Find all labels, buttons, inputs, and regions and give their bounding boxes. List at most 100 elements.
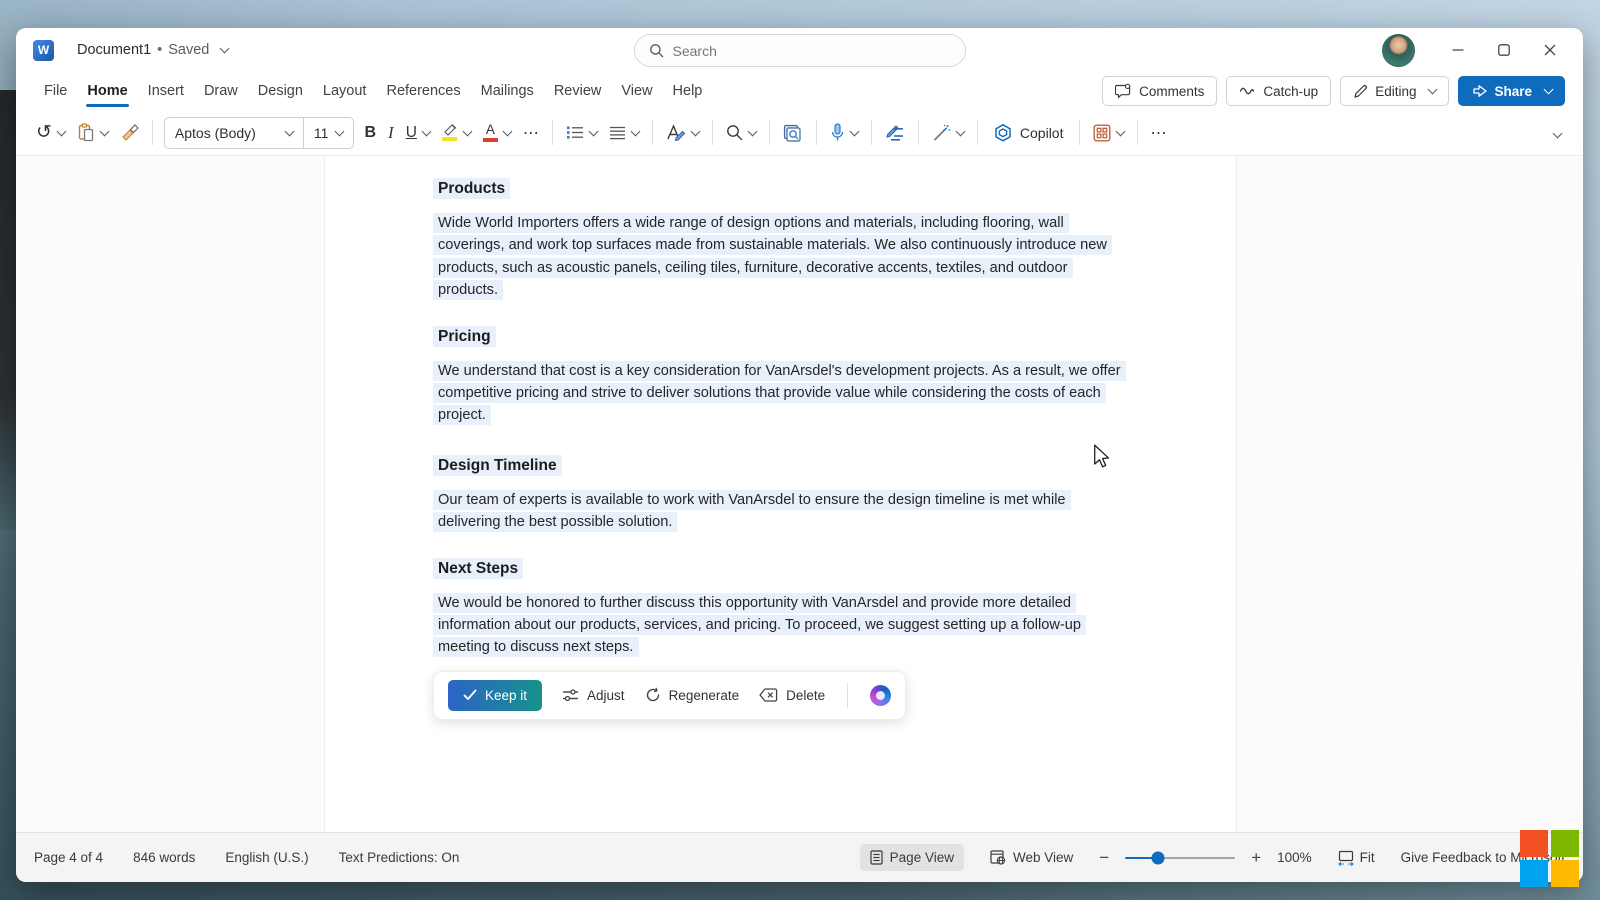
font-color-button[interactable]: A xyxy=(477,117,517,149)
document-page[interactable]: Products Wide World Importers offers a w… xyxy=(324,156,1237,832)
page-preview-button[interactable] xyxy=(777,117,809,149)
close-button[interactable] xyxy=(1527,30,1573,70)
editing-label: Editing xyxy=(1375,84,1416,99)
chevron-down-icon xyxy=(284,126,294,136)
page-view-label: Page View xyxy=(890,850,954,865)
microsoft-logo xyxy=(1520,830,1582,888)
collapse-ribbon-button[interactable] xyxy=(1548,124,1569,142)
zoom-out-button[interactable]: − xyxy=(1099,848,1109,868)
tab-help[interactable]: Help xyxy=(663,76,713,106)
highlighter-icon xyxy=(442,124,458,141)
tab-layout[interactable]: Layout xyxy=(313,76,377,106)
word-count[interactable]: 846 words xyxy=(133,850,195,865)
wave-icon xyxy=(1239,85,1256,97)
adjust-button[interactable]: Adjust xyxy=(562,688,625,703)
editing-mode-button[interactable]: Editing xyxy=(1340,76,1449,106)
editor-button[interactable] xyxy=(879,117,911,149)
close-icon xyxy=(1544,44,1556,56)
page-view-button[interactable]: Page View xyxy=(860,844,964,871)
zoom-slider[interactable] xyxy=(1125,857,1235,859)
chevron-down-icon xyxy=(747,126,757,136)
status-bar: Page 4 of 4 846 words English (U.S.) Tex… xyxy=(16,832,1583,882)
maximize-button[interactable] xyxy=(1481,30,1527,70)
tab-review[interactable]: Review xyxy=(544,76,612,106)
dictate-button[interactable] xyxy=(824,117,864,149)
keep-it-button[interactable]: Keep it xyxy=(448,680,542,711)
font-group: Aptos (Body) 11 xyxy=(164,117,355,149)
italic-icon: I xyxy=(388,123,394,143)
copilot-action-bar: Keep it Adjust xyxy=(433,671,906,720)
tab-references[interactable]: References xyxy=(376,76,470,106)
adjust-label: Adjust xyxy=(587,688,625,703)
zoom-slider-thumb[interactable] xyxy=(1152,851,1165,864)
tab-draw[interactable]: Draw xyxy=(194,76,248,106)
chevron-down-icon xyxy=(335,126,345,136)
font-name-select[interactable]: Aptos (Body) xyxy=(165,125,303,141)
minimize-button[interactable] xyxy=(1435,30,1481,70)
font-name-value: Aptos (Body) xyxy=(175,125,256,141)
maximize-icon xyxy=(1498,44,1510,56)
underline-button[interactable]: U xyxy=(400,117,436,149)
search-box[interactable] xyxy=(634,34,966,67)
section-paragraph: We understand that cost is a key conside… xyxy=(433,360,1128,427)
chevron-down-icon xyxy=(1115,126,1125,136)
copilot-logo-icon[interactable] xyxy=(870,685,891,706)
chevron-down-icon xyxy=(1544,85,1554,95)
zoom-level[interactable]: 100% xyxy=(1277,850,1312,865)
ms-logo-red-square xyxy=(1520,830,1548,857)
font-size-select[interactable]: 11 xyxy=(303,118,354,148)
section-heading: Pricing xyxy=(433,328,1145,346)
comments-button[interactable]: Comments xyxy=(1102,76,1217,106)
comment-icon xyxy=(1115,83,1132,99)
delete-button[interactable]: Delete xyxy=(759,688,825,703)
tab-file[interactable]: File xyxy=(34,76,77,106)
bold-button[interactable]: B xyxy=(358,117,382,149)
highlight-button[interactable] xyxy=(436,117,477,149)
catch-up-button[interactable]: Catch-up xyxy=(1226,76,1331,106)
save-status: Saved xyxy=(168,42,209,58)
chevron-down-icon xyxy=(502,126,512,136)
tab-view[interactable]: View xyxy=(611,76,662,106)
find-button[interactable] xyxy=(720,117,762,149)
alignment-button[interactable] xyxy=(603,117,645,149)
section-paragraph: We would be honored to further discuss t… xyxy=(433,592,1128,659)
fit-button[interactable]: Fit xyxy=(1328,844,1385,872)
section-paragraph: Wide World Importers offers a wide range… xyxy=(433,212,1128,302)
text-predictions-status[interactable]: Text Predictions: On xyxy=(339,850,460,865)
grid-icon xyxy=(1093,124,1111,142)
tab-design[interactable]: Design xyxy=(248,76,313,106)
ellipsis-icon: ⋯ xyxy=(523,123,539,143)
bullet-list-button[interactable] xyxy=(560,117,603,149)
more-formatting-button[interactable]: ⋯ xyxy=(517,117,545,149)
paste-button[interactable] xyxy=(71,117,114,149)
format-painter-button[interactable] xyxy=(114,117,145,149)
section-heading: Design Timeline xyxy=(433,457,1145,475)
chevron-down-icon xyxy=(462,126,472,136)
regenerate-button[interactable]: Regenerate xyxy=(645,687,740,703)
document-canvas[interactable]: Products Wide World Importers offers a w… xyxy=(16,156,1583,832)
share-button[interactable]: Share xyxy=(1458,76,1565,106)
document-title-menu[interactable]: Document1 • Saved xyxy=(77,42,228,58)
undo-button[interactable]: ↺ xyxy=(30,117,71,149)
autoformat-button[interactable] xyxy=(926,117,970,149)
designer-button[interactable] xyxy=(1087,117,1130,149)
word-logo-icon: W xyxy=(33,40,54,61)
italic-button[interactable]: I xyxy=(382,117,400,149)
tab-home[interactable]: Home xyxy=(77,76,137,106)
catch-up-label: Catch-up xyxy=(1263,84,1318,99)
copilot-button[interactable]: Copilot xyxy=(985,123,1072,143)
language-status[interactable]: English (U.S.) xyxy=(225,850,308,865)
ms-logo-yellow-square xyxy=(1551,860,1579,887)
tab-insert[interactable]: Insert xyxy=(138,76,194,106)
page-count[interactable]: Page 4 of 4 xyxy=(34,850,103,865)
avatar[interactable] xyxy=(1382,34,1415,67)
more-commands-button[interactable]: ⋯ xyxy=(1145,117,1173,149)
section-design-timeline: Design Timeline Our team of experts is a… xyxy=(433,457,1145,534)
section-heading: Products xyxy=(433,180,1145,198)
tab-mailings[interactable]: Mailings xyxy=(471,76,544,106)
zoom-in-button[interactable]: + xyxy=(1251,848,1261,868)
search-input[interactable] xyxy=(673,43,933,59)
web-view-button[interactable]: Web View xyxy=(980,844,1083,871)
styles-button[interactable] xyxy=(660,117,705,149)
check-icon xyxy=(463,689,477,701)
